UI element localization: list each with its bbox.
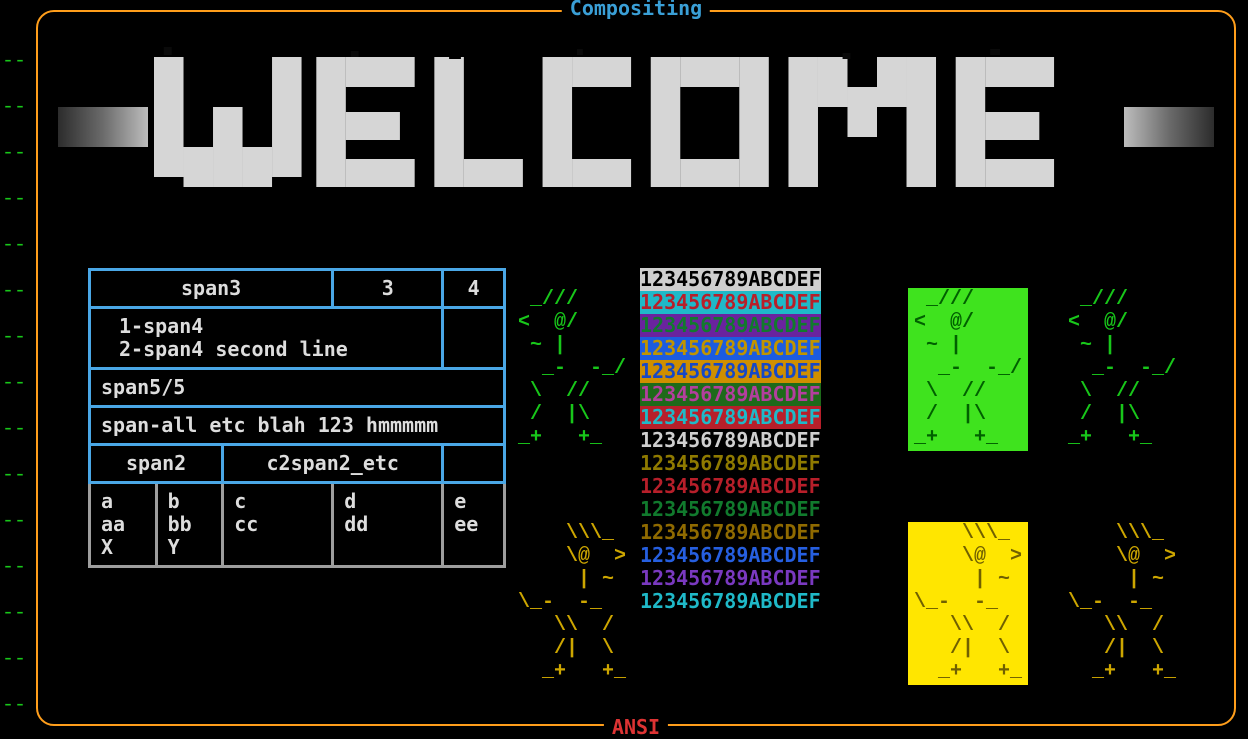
hex-line-10: 123456789ABCDEF bbox=[640, 475, 821, 498]
hex-line-14: 123456789ABCDEF bbox=[640, 567, 821, 590]
stick-rev-olive: \\\_ \@ > | ~ \_- -_ \\ / /| \ _+ +_ bbox=[518, 522, 626, 683]
banner-stripe-left bbox=[58, 107, 148, 147]
cell-e: e ee bbox=[443, 483, 505, 567]
cell-span3: span3 bbox=[90, 270, 333, 308]
color-ladder: 123456789ABCDEF 123456789ABCDEF 12345678… bbox=[640, 268, 821, 613]
stick-rev-on-yellow: \\\_ \@ > | ~ \_- -_ \\ / /| \ _+ +_ bbox=[908, 522, 1028, 685]
hex-line-3: 123456789ABCDEF bbox=[640, 314, 821, 337]
stick-fwd-on-green: _/// < @/ ~ | _- -_/ \ // / |\ _+ +_ bbox=[908, 288, 1028, 451]
hex-line-15: 123456789ABCDEF bbox=[640, 590, 821, 613]
cell-c: c cc bbox=[223, 483, 333, 567]
frame-title: Compositing bbox=[562, 0, 710, 20]
hex-line-5: 123456789ABCDEF bbox=[640, 360, 821, 383]
main-frame: Compositing ANSI bbox=[36, 10, 1236, 726]
hex-line-4: 123456789ABCDEF bbox=[640, 337, 821, 360]
hex-line-9: 123456789ABCDEF bbox=[640, 452, 821, 475]
cell-3: 3 bbox=[333, 270, 443, 308]
cell-b: b bb Y bbox=[156, 483, 223, 567]
hex-line-12: 123456789ABCDEF bbox=[640, 521, 821, 544]
cell-span5: span5/5 bbox=[90, 369, 505, 407]
stick-fwd-green-2: _/// < @/ ~ | _- -_/ \ // / |\ _+ +_ bbox=[1068, 288, 1176, 449]
hex-line-13: 123456789ABCDEF bbox=[640, 544, 821, 567]
frame-footer: ANSI bbox=[604, 716, 668, 739]
hex-line-6: 123456789ABCDEF bbox=[640, 383, 821, 406]
hex-line-11: 123456789ABCDEF bbox=[640, 498, 821, 521]
cell-span4: 1-span4 2-span4 second line bbox=[90, 308, 443, 369]
cell-d: d dd bbox=[333, 483, 443, 567]
welcome-banner bbox=[58, 42, 1214, 212]
cell-4: 4 bbox=[443, 270, 505, 308]
cell-r5-empty bbox=[443, 445, 505, 483]
cell-a: a aa X bbox=[90, 483, 157, 567]
banner-stripe-right bbox=[1124, 107, 1214, 147]
hex-line-8: 123456789ABCDEF bbox=[640, 429, 821, 452]
welcome-art bbox=[154, 47, 1118, 207]
cell-c2span2: c2span2_etc bbox=[223, 445, 443, 483]
cell-span4-empty bbox=[443, 308, 505, 369]
hex-line-2: 123456789ABCDEF bbox=[640, 291, 821, 314]
span-table: span3 3 4 1-span4 2-span4 second line sp… bbox=[88, 268, 506, 568]
hex-line-1: 123456789ABCDEF bbox=[640, 268, 821, 291]
stick-fwd-green: _/// < @/ ~ | _- -_/ \ // / |\ _+ +_ bbox=[518, 288, 626, 449]
stick-rev-olive-2: \\\_ \@ > | ~ \_- -_ \\ / /| \ _+ +_ bbox=[1068, 522, 1176, 683]
cell-span2: span2 bbox=[90, 445, 223, 483]
hex-line-7: 123456789ABCDEF bbox=[640, 406, 821, 429]
left-margin-dashes: -- -- -- -- -- -- -- -- -- -- -- -- -- -… bbox=[2, 50, 26, 717]
cell-span-all: span-all etc blah 123 hmmmmm bbox=[90, 407, 505, 445]
